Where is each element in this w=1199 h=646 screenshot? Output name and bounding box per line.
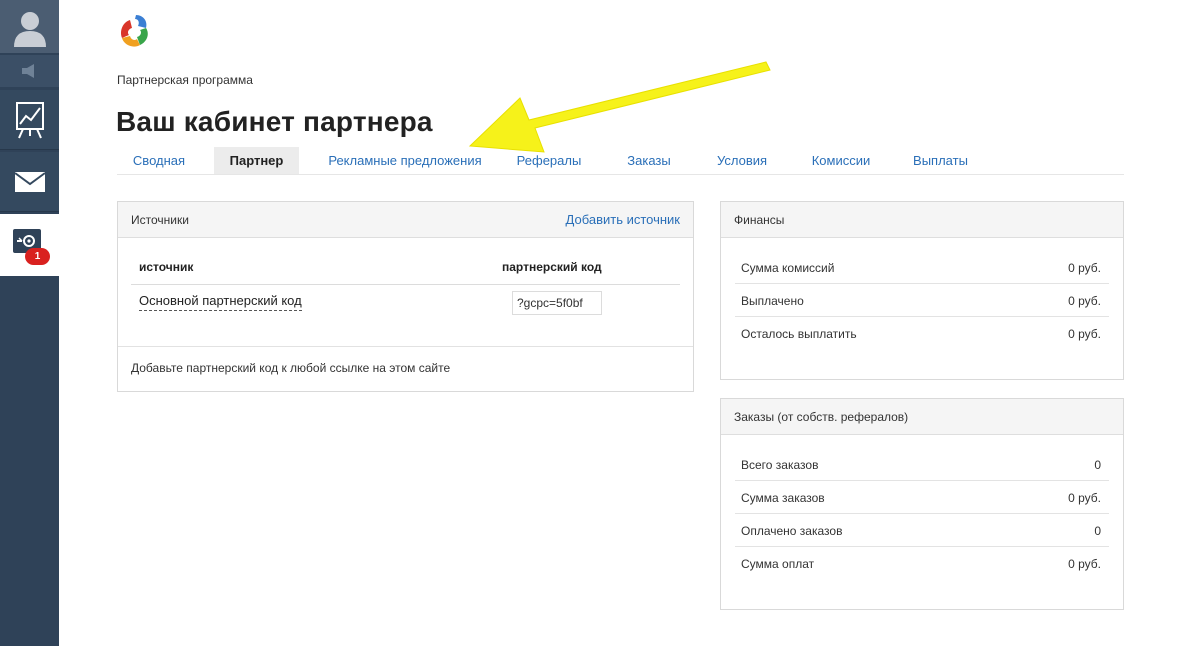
- breadcrumb[interactable]: Партнерская программа: [117, 73, 253, 87]
- finance-label: Сумма комиссий: [741, 261, 835, 275]
- partner-code-field[interactable]: [512, 291, 602, 315]
- speaker-icon[interactable]: [0, 55, 59, 87]
- finance-label: Осталось выплатить: [741, 327, 857, 341]
- avatar-icon[interactable]: [0, 0, 59, 53]
- orders-row: Оплачено заказов 0: [735, 514, 1109, 547]
- orders-label: Всего заказов: [741, 458, 819, 472]
- tab-summary[interactable]: Сводная: [117, 147, 201, 174]
- column-header-source: источник: [139, 260, 194, 274]
- page-title: Ваш кабинет партнера: [116, 106, 433, 137]
- finance-value: 0 руб.: [1068, 261, 1101, 275]
- sources-panel-header: Источники Добавить источник: [118, 202, 693, 238]
- finance-value: 0 руб.: [1068, 294, 1101, 308]
- add-source-link[interactable]: Добавить источник: [566, 202, 680, 238]
- mail-icon[interactable]: [0, 152, 59, 212]
- orders-value: 0: [1094, 524, 1101, 538]
- chart-icon[interactable]: [0, 90, 59, 150]
- orders-row: Сумма оплат 0 руб.: [735, 547, 1109, 580]
- orders-value: 0: [1094, 458, 1101, 472]
- logo: [116, 12, 156, 52]
- table-divider: [131, 284, 680, 285]
- finance-title: Финансы: [721, 202, 1123, 238]
- finance-value: 0 руб.: [1068, 327, 1101, 341]
- orders-panel: Заказы (от собств. рефералов) Всего зака…: [720, 398, 1124, 610]
- finance-row: Осталось выплатить 0 руб.: [735, 317, 1109, 350]
- partner-settings-icon[interactable]: 1: [0, 214, 59, 276]
- finance-label: Выплачено: [741, 294, 804, 308]
- notification-badge: 1: [25, 248, 50, 265]
- tab-commissions[interactable]: Комиссии: [806, 147, 876, 174]
- panel-divider: [118, 346, 693, 347]
- orders-label: Сумма оплат: [741, 557, 815, 571]
- sidebar: 1: [0, 0, 59, 646]
- annotation-arrow-icon: [468, 61, 771, 153]
- sources-hint: Добавьте партнерский код к любой ссылке …: [131, 361, 451, 375]
- column-header-code: партнерский код: [502, 260, 602, 274]
- finance-row: Выплачено 0 руб.: [735, 284, 1109, 317]
- tab-partner[interactable]: Партнер: [214, 147, 299, 174]
- orders-label: Оплачено заказов: [741, 524, 843, 538]
- sources-panel: Источники Добавить источник источник пар…: [117, 201, 694, 392]
- orders-value: 0 руб.: [1068, 557, 1101, 571]
- sources-title: Источники: [131, 213, 189, 227]
- source-name[interactable]: Основной партнерский код: [139, 293, 302, 311]
- finance-row: Сумма комиссий 0 руб.: [735, 251, 1109, 284]
- orders-value: 0 руб.: [1068, 491, 1101, 505]
- orders-label: Сумма заказов: [741, 491, 825, 505]
- orders-row: Сумма заказов 0 руб.: [735, 481, 1109, 514]
- orders-row: Всего заказов 0: [735, 448, 1109, 481]
- orders-title: Заказы (от собств. рефералов): [721, 399, 1123, 435]
- finance-panel: Финансы Сумма комиссий 0 руб. Выплачено …: [720, 201, 1124, 380]
- tab-payouts[interactable]: Выплаты: [908, 147, 973, 174]
